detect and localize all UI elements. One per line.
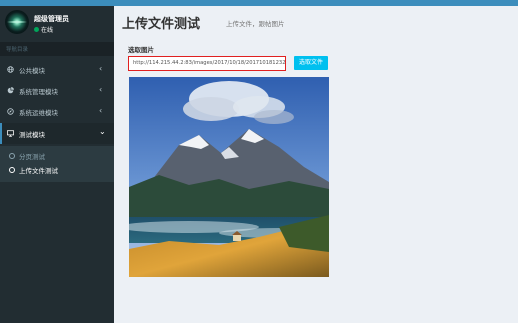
page-subtitle: 上传文件，跟帖图片 (226, 20, 285, 28)
chevron-left-icon: ‹ (99, 64, 103, 73)
mountain-landscape-image (129, 77, 329, 277)
main-content: 上传文件测试 上传文件，跟帖图片 选取图片 http://114.215.44.… (114, 6, 518, 323)
submenu-item-label: 分页测试 (19, 153, 45, 161)
page-title: 上传文件测试 (122, 17, 201, 32)
nav-header-label: 导航目录 (6, 47, 29, 53)
submenu-item-pagination-test[interactable]: 分页测试 (0, 149, 114, 163)
nav-header: 导航目录 (0, 42, 114, 56)
sidebar-item-label: 系统管理模块 (19, 88, 58, 96)
sidebar-item-label: 系统运维模块 (19, 109, 58, 117)
chevron-left-icon: ‹ (99, 85, 103, 94)
sidebar-item-system-management[interactable]: 系统管理模块 ‹ (0, 80, 114, 101)
submenu-item-label: 上传文件测试 (19, 167, 58, 175)
sidebar-item-label: 公共模块 (19, 67, 45, 75)
globe-icon (7, 66, 14, 73)
sidebar-item-label: 测试模块 (19, 131, 45, 139)
compass-icon (7, 108, 14, 115)
image-field-label: 选取图片 (128, 46, 154, 54)
chevron-left-icon: ‹ (99, 106, 103, 115)
circle-icon (9, 167, 15, 173)
user-status: 在线 (41, 27, 54, 34)
sidebar-item-system-ops[interactable]: 系统运维模块 ‹ (0, 101, 114, 122)
select-file-button[interactable]: 选取文件 (294, 56, 328, 70)
image-url-input[interactable]: http://114.215.44.2:83/images/2017/10/18… (128, 56, 286, 71)
circle-icon (9, 153, 15, 159)
online-status-dot (34, 27, 39, 32)
monitor-icon (7, 130, 14, 137)
submenu-item-upload-test[interactable]: 上传文件测试 (0, 163, 114, 177)
user-panel: 超级管理员 在线 (0, 6, 114, 42)
avatar (5, 10, 29, 34)
sidebar: 超级管理员 在线 导航目录 公共模块 ‹ 系统管理模块 ‹ 系统运维模块 ‹ 测… (0, 6, 114, 323)
chevron-down-icon: ⌄ (99, 127, 106, 136)
user-name: 超级管理员 (34, 15, 69, 23)
pie-chart-icon (7, 87, 14, 94)
sidebar-item-test[interactable]: 测试模块 ⌄ (0, 123, 114, 144)
sidebar-item-common[interactable]: 公共模块 ‹ (0, 59, 114, 80)
uploaded-image-preview (129, 77, 329, 277)
test-submenu: 分页测试 上传文件测试 (0, 146, 114, 182)
